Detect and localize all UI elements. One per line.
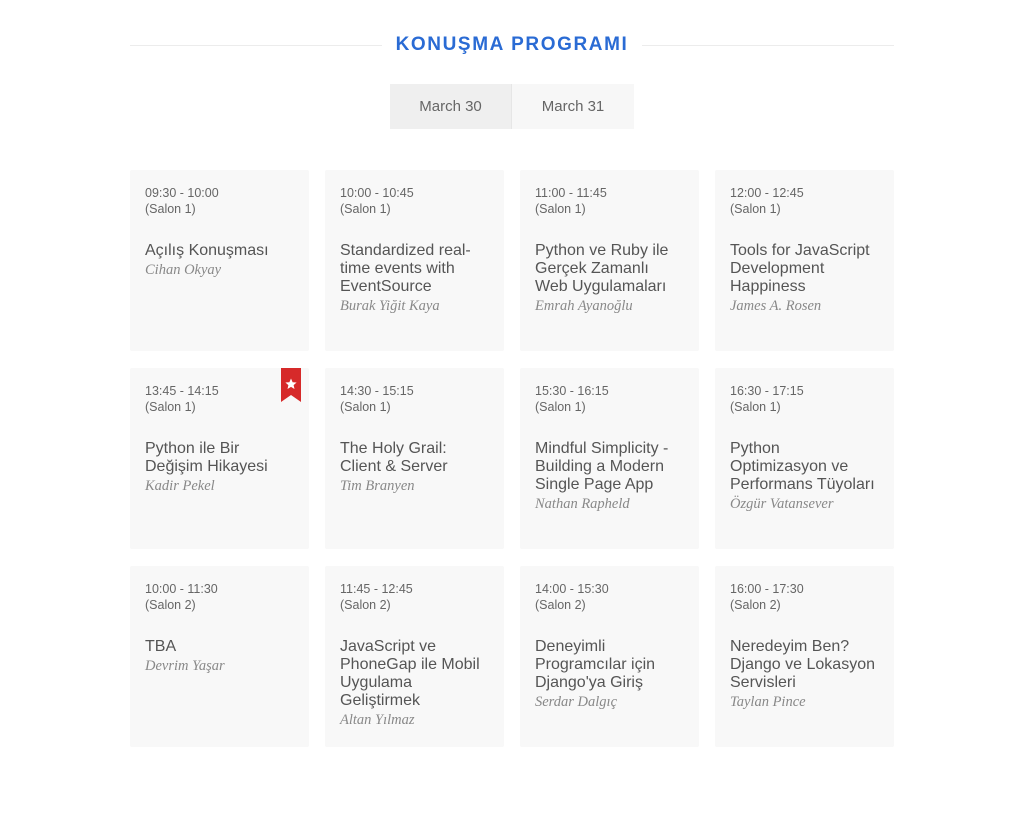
- header-divider-left: [130, 44, 382, 46]
- talk-card[interactable]: 11:00 - 11:45 (Salon 1) Python ve Ruby i…: [520, 170, 699, 351]
- talk-room: (Salon 2): [730, 598, 781, 612]
- talk-title: Açılış Konuşması: [145, 242, 269, 259]
- talk-card[interactable]: 14:00 - 15:30 (Salon 2) Deneyimli Progra…: [520, 566, 699, 747]
- talk-room: (Salon 1): [145, 202, 196, 216]
- talk-time: 16:00 - 17:30: [730, 582, 804, 596]
- talk-card[interactable]: 13:45 - 14:15 (Salon 1) Python ile Bir D…: [130, 368, 309, 549]
- talk-time: 13:45 - 14:15: [145, 384, 219, 398]
- talk-time: 09:30 - 10:00: [145, 186, 219, 200]
- talk-card[interactable]: 12:00 - 12:45 (Salon 1) Tools for JavaSc…: [715, 170, 894, 351]
- bookmark-star-icon[interactable]: [281, 368, 301, 402]
- talk-room: (Salon 1): [730, 400, 781, 414]
- talk-card[interactable]: 09:30 - 10:00 (Salon 1) Açılış Konuşması…: [130, 170, 309, 351]
- talk-speaker: Tim Branyen: [340, 478, 415, 494]
- talk-room: (Salon 1): [535, 400, 586, 414]
- talk-speaker: Kadir Pekel: [145, 478, 215, 494]
- talk-time: 14:30 - 15:15: [340, 384, 414, 398]
- talk-card[interactable]: 11:45 - 12:45 (Salon 2) JavaScript ve Ph…: [325, 566, 504, 747]
- page-title: KONUŞMA PROGRAMI: [395, 34, 629, 55]
- talk-title: Tools for JavaScript Development Happine…: [730, 242, 870, 295]
- talk-time: 11:45 - 12:45: [340, 582, 413, 596]
- talk-room: (Salon 1): [340, 202, 391, 216]
- talk-title: Neredeyim Ben? Django ve Lokasyon Servis…: [730, 638, 875, 691]
- talk-time: 10:00 - 11:30: [145, 582, 218, 596]
- talk-title: JavaScript ve PhoneGap ile Mobil Uygulam…: [340, 638, 480, 709]
- tab-march-30[interactable]: March 30: [390, 84, 512, 129]
- talk-time: 10:00 - 10:45: [340, 186, 414, 200]
- talk-title: Standardized real-time events with Event…: [340, 242, 471, 295]
- talk-speaker: Altan Yılmaz: [340, 712, 415, 728]
- talk-room: (Salon 2): [145, 598, 196, 612]
- talk-room: (Salon 1): [145, 400, 196, 414]
- talk-speaker: Taylan Pince: [730, 694, 806, 710]
- talk-speaker: Emrah Ayanoğlu: [535, 298, 633, 314]
- talk-room: (Salon 1): [730, 202, 781, 216]
- talk-card[interactable]: 14:30 - 15:15 (Salon 1) The Holy Grail: …: [325, 368, 504, 549]
- talk-time: 16:30 - 17:15: [730, 384, 804, 398]
- talk-title: Python ve Ruby ile Gerçek Zamanlı Web Uy…: [535, 242, 669, 295]
- talk-speaker: Serdar Dalgıç: [535, 694, 618, 710]
- talk-speaker: Cihan Okyay: [145, 262, 222, 278]
- talk-card[interactable]: 16:30 - 17:15 (Salon 1) Python Optimizas…: [715, 368, 894, 549]
- talk-time: 14:00 - 15:30: [535, 582, 609, 596]
- talk-title: TBA: [145, 638, 177, 655]
- talk-title: Mindful Simplicity - Building a Modern S…: [535, 440, 669, 493]
- talk-time: 12:00 - 12:45: [730, 186, 804, 200]
- tab-march-31[interactable]: March 31: [512, 84, 634, 129]
- talk-speaker: Devrim Yaşar: [145, 658, 225, 674]
- talk-title: Python Optimizasyon ve Performans Tüyola…: [730, 440, 875, 493]
- header-divider-right: [642, 44, 894, 46]
- talk-card[interactable]: 10:00 - 10:45 (Salon 1) Standardized rea…: [325, 170, 504, 351]
- talk-room: (Salon 1): [535, 202, 586, 216]
- talk-room: (Salon 2): [340, 598, 391, 612]
- talk-card[interactable]: 10:00 - 11:30 (Salon 2) TBA Devrim Yaşar: [130, 566, 309, 747]
- day-tabs: March 30 March 31: [390, 84, 634, 129]
- talk-grid: 09:30 - 10:00 (Salon 1) Açılış Konuşması…: [130, 170, 894, 747]
- talk-title: The Holy Grail: Client & Server: [340, 440, 448, 475]
- talk-card[interactable]: 15:30 - 16:15 (Salon 1) Mindful Simplici…: [520, 368, 699, 549]
- talk-room: (Salon 1): [340, 400, 391, 414]
- talk-card[interactable]: 16:00 - 17:30 (Salon 2) Neredeyim Ben? D…: [715, 566, 894, 747]
- talk-time: 11:00 - 11:45: [535, 186, 607, 200]
- talk-speaker: Nathan Rapheld: [535, 496, 630, 512]
- talk-title: Python ile Bir Değişim Hikayesi: [145, 440, 268, 475]
- talk-time: 15:30 - 16:15: [535, 384, 609, 398]
- schedule-page: KONUŞMA PROGRAMI March 30 March 31 09:30…: [0, 0, 1024, 832]
- talk-speaker: Burak Yiğit Kaya: [340, 298, 440, 314]
- section-header: KONUŞMA PROGRAMI: [130, 30, 894, 60]
- talk-speaker: James A. Rosen: [730, 298, 822, 314]
- talk-speaker: Özgür Vatansever: [730, 496, 834, 512]
- talk-room: (Salon 2): [535, 598, 586, 612]
- talk-title: Deneyimli Programcılar için Django'ya Gi…: [535, 638, 656, 691]
